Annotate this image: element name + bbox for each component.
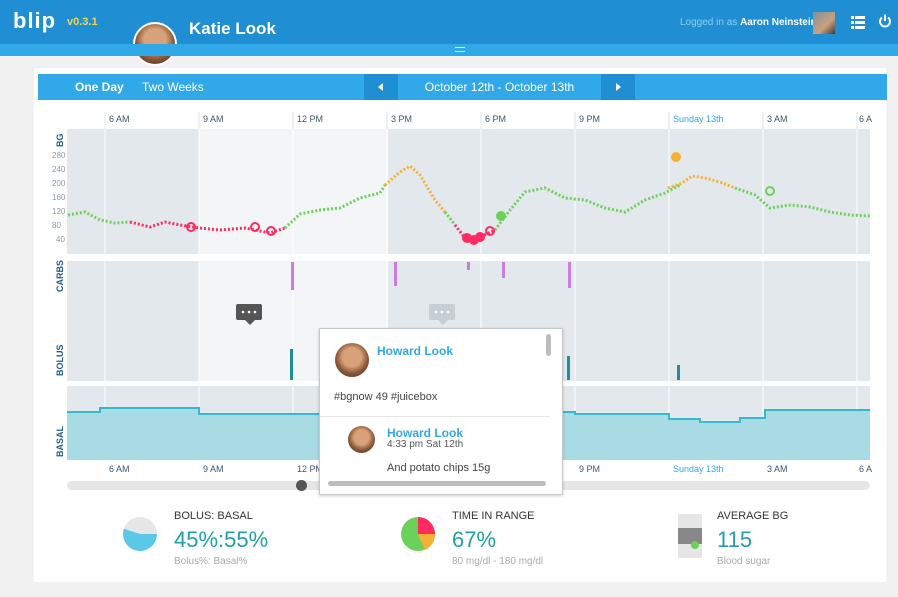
time-in-range-pie-icon	[401, 517, 436, 551]
reply-timestamp: 4:33 pm Sat 12th	[387, 439, 464, 450]
row-label-bg: BG	[55, 134, 65, 148]
reply-author-avatar	[348, 426, 375, 453]
average-bg-value: 115	[717, 527, 753, 552]
tick-label: 6 PM	[485, 114, 506, 124]
popup-vertical-scrollbar[interactable]	[546, 334, 551, 356]
author-avatar	[335, 343, 369, 377]
tick-label: 9 PM	[579, 114, 600, 124]
tick-label: 9 AM	[203, 464, 224, 474]
tick-label: 6 AM	[109, 114, 130, 124]
bolus-basal-subtitle: Bolus%: Basal%	[174, 556, 248, 567]
bolus-basal-pie-icon	[123, 517, 157, 551]
bg-y-axis: 280 240 200 160 120 80 40	[52, 151, 66, 244]
bg-axis-label: 40	[56, 235, 65, 244]
divider	[320, 416, 550, 417]
time-in-range-value: 67%	[452, 527, 497, 552]
bolus-basal-title: BOLUS: BASAL	[174, 510, 253, 522]
tick-label: 12 PM	[297, 114, 323, 124]
tick-label: Sunday 13th	[673, 464, 724, 474]
daily-chart: 6 AM 9 AM 12 PM 3 PM 6 PM 9 PM Sunday 13…	[52, 112, 872, 474]
reply-author[interactable]: Howard Look	[387, 426, 463, 440]
bg-axis-label: 240	[52, 165, 66, 174]
row-label-basal: BASAL	[55, 425, 65, 457]
message-author[interactable]: Howard Look	[377, 344, 453, 358]
tick-label: Sunday 13th	[673, 114, 724, 124]
bg-axis-label: 200	[52, 179, 66, 188]
reply-text: And potato chips 15g	[387, 462, 491, 474]
popup-horizontal-scrollbar[interactable]	[328, 481, 546, 486]
average-bg-gauge-icon	[678, 514, 702, 558]
tick-label: 6 AM	[109, 464, 130, 474]
tick-label: 6 A	[859, 464, 872, 474]
tick-label: 9 PM	[579, 464, 600, 474]
bg-axis-label: 120	[52, 207, 66, 216]
row-label-bolus: BOLUS	[55, 345, 65, 377]
tick-label: 3 AM	[767, 114, 788, 124]
tick-label: 3 AM	[767, 464, 788, 474]
message-text: #bgnow 49 #juicebox	[334, 391, 438, 403]
bg-axis-label: 160	[52, 193, 66, 202]
tick-label: 3 PM	[391, 114, 412, 124]
average-bg-title: AVERAGE BG	[717, 510, 789, 522]
timeline-scroll-thumb[interactable]	[296, 480, 307, 491]
tick-label: 6 A	[859, 114, 872, 124]
bolus-basal-value: 45%:55%	[174, 527, 269, 552]
top-time-axis: 6 AM 9 AM 12 PM 3 PM 6 PM 9 PM Sunday 13…	[109, 114, 872, 124]
average-bg-subtitle: Blood sugar	[717, 556, 771, 567]
time-in-range-subtitle: 80 mg/dl - 180 mg/dl	[452, 556, 544, 567]
bg-axis-label: 280	[52, 151, 66, 160]
message-thread-popup[interactable]: Howard Look #bgnow 49 #juicebox Howard L…	[319, 328, 563, 495]
time-in-range-title: TIME IN RANGE	[452, 510, 535, 522]
row-label-carbs: CARBS	[55, 260, 65, 292]
bg-axis-label: 80	[52, 221, 61, 230]
tick-label: 9 AM	[203, 114, 224, 124]
